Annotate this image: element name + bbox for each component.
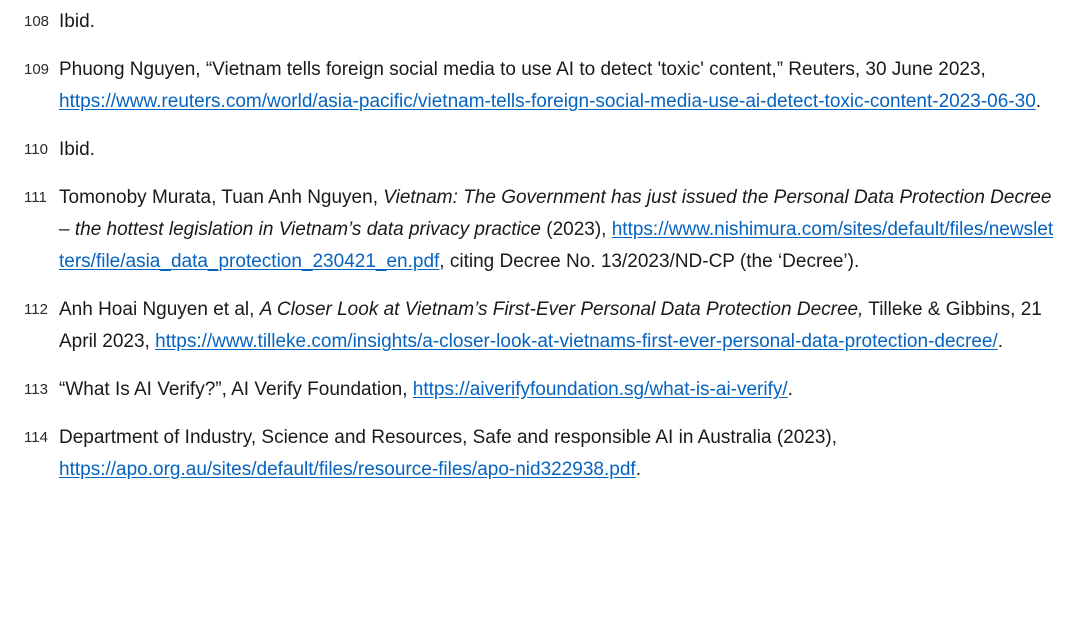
footnote-number: 114 xyxy=(24,429,48,446)
citation-text: Anh Hoai Nguyen et al, xyxy=(59,299,260,320)
footnote-number: 113 xyxy=(24,381,48,398)
footnote-112: 112 Anh Hoai Nguyen et al, A Closer Look … xyxy=(24,294,1055,358)
citation-text: Ibid. xyxy=(59,11,95,32)
citation-text: Ibid. xyxy=(59,139,95,160)
footnote-text: Department of Industry, Science and Reso… xyxy=(59,422,1055,486)
footnote-110: 110 Ibid. xyxy=(24,134,1055,166)
footnotes-page: 108 Ibid. 109 Phuong Nguyen, “Vietnam tells… xyxy=(0,0,1075,626)
footnote-108: 108 Ibid. xyxy=(24,6,1055,38)
footnote-text: Phuong Nguyen, “Vietnam tells foreign so… xyxy=(59,54,1055,118)
citation-text: Tomonoby Murata, Tuan Anh Nguyen, xyxy=(59,187,384,208)
footnote-number: 110 xyxy=(24,141,48,158)
citation-text: . xyxy=(787,379,793,400)
footnote-text: Tomonoby Murata, Tuan Anh Nguyen, Vietna… xyxy=(59,182,1055,278)
citation-title: A Closer Look at Vietnam’s First-Ever Pe… xyxy=(259,299,864,320)
citation-text: . xyxy=(997,331,1004,352)
citation-link[interactable]: https://www.tilleke.com/insights/a-close… xyxy=(155,331,998,352)
footnote-text: Anh Hoai Nguyen et al, A Closer Look at … xyxy=(59,294,1055,358)
footnote-114: 114 Department of Industry, Science and R… xyxy=(24,422,1055,486)
citation-text: . xyxy=(635,459,641,480)
citation-text: (2023), xyxy=(540,219,612,240)
citation-link[interactable]: https://www.reuters.com/world/asia-pacif… xyxy=(59,91,1036,112)
citation-text: , citing Decree No. 13/2023/ND-CP (the ‘… xyxy=(439,251,860,272)
footnote-list: 108 Ibid. 109 Phuong Nguyen, “Vietnam tells… xyxy=(24,6,1055,486)
citation-text: Department of Industry, Science and Reso… xyxy=(59,427,838,448)
footnote-number: 108 xyxy=(24,13,50,30)
citation-link[interactable]: https://apo.org.au/sites/default/files/r… xyxy=(59,459,636,480)
citation-text: . xyxy=(1035,91,1042,112)
footnote-113: 113 “What Is AI Verify?”, AI Verify Found… xyxy=(24,374,1055,406)
citation-link[interactable]: https://aiverifyfoundation.sg/what-is-ai… xyxy=(413,379,788,400)
footnote-109: 109 Phuong Nguyen, “Vietnam tells foreign… xyxy=(24,54,1055,118)
footnote-text: Ibid. xyxy=(59,134,1055,166)
footnote-number: 111 xyxy=(24,189,47,206)
citation-text: Phuong Nguyen, “Vietnam tells foreign so… xyxy=(59,59,986,80)
footnote-text: Ibid. xyxy=(59,6,1055,38)
footnote-number: 109 xyxy=(24,61,50,78)
footnote-text: “What Is AI Verify?”, AI Verify Foundati… xyxy=(59,374,1055,406)
footnote-number: 112 xyxy=(24,301,48,318)
footnote-111: 111 Tomonoby Murata, Tuan Anh Nguyen, Vie… xyxy=(24,182,1055,278)
citation-text: “What Is AI Verify?”, AI Verify Foundati… xyxy=(59,379,413,400)
